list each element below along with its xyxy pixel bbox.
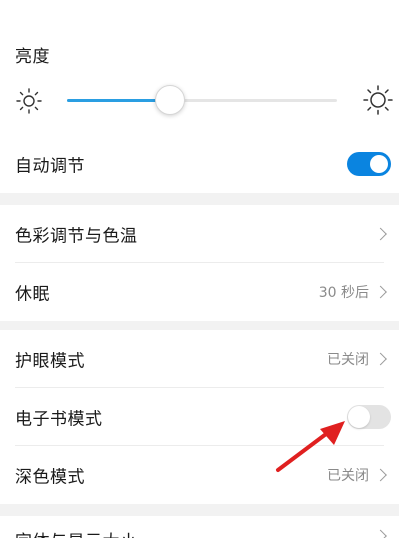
color-temp-row[interactable]: 色彩调节与色温 <box>0 205 399 263</box>
brightness-title: 亮度 <box>15 47 50 67</box>
sun-small-icon <box>16 88 42 114</box>
red-arrow-icon <box>276 421 345 472</box>
sun-large-icon <box>363 85 393 115</box>
brightness-slider-thumb[interactable] <box>154 85 185 115</box>
sleep-row[interactable]: 休眠 30 秒后 <box>0 263 399 321</box>
chevron-right-icon <box>374 352 387 366</box>
chevron-right-icon <box>374 468 387 482</box>
sleep-label: 休眠 <box>15 284 50 305</box>
brightness-slider[interactable] <box>67 85 337 115</box>
font-display-size-label[interactable]: 字体与显示大小 <box>15 527 138 538</box>
toggle-knob <box>348 406 370 428</box>
auto-adjust-toggle[interactable] <box>347 152 391 176</box>
toggle-knob <box>370 155 388 173</box>
section-gap <box>0 193 399 205</box>
chevron-right-icon <box>374 227 387 241</box>
ebook-mode-toggle[interactable] <box>347 405 391 429</box>
display-settings-page: 亮度 自动调节 色彩调节与色温 休眠 30 秒后 护眼模式 已关闭 电子书模式 … <box>0 0 399 538</box>
color-temp-label: 色彩调节与色温 <box>15 226 138 247</box>
chevron-right-icon <box>374 285 387 299</box>
eye-comfort-value: 已关闭 <box>327 352 369 368</box>
dark-mode-label: 深色模式 <box>15 467 85 488</box>
sleep-value: 30 秒后 <box>318 285 369 301</box>
ebook-mode-label: 电子书模式 <box>15 409 103 430</box>
auto-adjust-label: 自动调节 <box>15 156 85 177</box>
chevron-right-icon <box>374 529 387 538</box>
eye-comfort-label: 护眼模式 <box>15 351 85 372</box>
eye-comfort-row[interactable]: 护眼模式 已关闭 <box>0 330 399 388</box>
section-gap <box>0 504 399 516</box>
auto-adjust-row: 自动调节 <box>0 135 399 193</box>
section-gap <box>0 321 399 330</box>
